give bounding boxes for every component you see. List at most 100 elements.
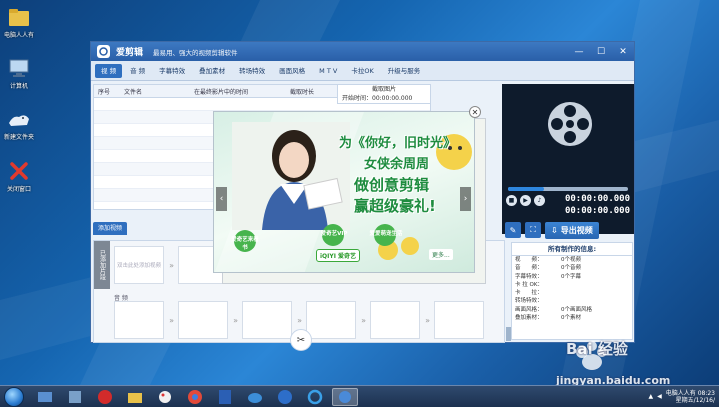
tiger-icon bbox=[7, 108, 31, 130]
export-video-button[interactable]: ⇩ 导出视频 bbox=[545, 221, 599, 239]
clip-slot[interactable]: » bbox=[306, 301, 366, 339]
clock-date: 星期五/12/16/ bbox=[675, 396, 715, 404]
info-row: 转场特效： bbox=[515, 298, 543, 305]
system-tray: ▲ ◀ 电脑人人有 08:23 星期五/12/16/ bbox=[649, 390, 719, 404]
volume-tray-icon[interactable]: ◀ bbox=[657, 393, 662, 400]
clip-slot[interactable]: » bbox=[242, 301, 302, 339]
taskbar-paint-icon[interactable] bbox=[152, 388, 178, 406]
taskbar-sogou-icon[interactable] bbox=[272, 388, 298, 406]
column-index: 序号 bbox=[98, 88, 111, 96]
add-video-tab[interactable]: 添加视频 bbox=[93, 221, 128, 235]
tab-transition[interactable]: 转场特效 bbox=[233, 64, 271, 78]
column-filename: 文件名 bbox=[124, 88, 143, 96]
chevron-right-icon: » bbox=[297, 316, 302, 325]
stop-icon[interactable]: ■ bbox=[506, 195, 517, 206]
title-bar[interactable]: 爱剪辑 最易用、强大的视频剪辑软件 — ☐ ✕ bbox=[91, 42, 634, 61]
watermark-brand: Bai 经验 bbox=[566, 340, 628, 358]
app-logo-icon bbox=[97, 45, 110, 58]
taskbar: ▲ ◀ 电脑人人有 08:23 星期五/12/16/ bbox=[0, 385, 719, 407]
ad-badge-2: 爱奇艺VIP bbox=[320, 231, 348, 237]
ad-badge-1: 爱奇艺来看书 bbox=[231, 237, 259, 251]
chevron-right-icon: » bbox=[169, 261, 174, 270]
video-player: ■ ▶ ♪ 00:00:00.000 00:00:00.000 bbox=[502, 84, 634, 234]
iqiyi-logo: iQIYI 爱奇艺 bbox=[316, 249, 361, 262]
chevron-right-icon: » bbox=[169, 316, 174, 325]
main-tabs: 视 频 音 频 字幕特效 叠加素材 转场特效 画面风格 M T V 卡拉OK 升… bbox=[91, 61, 634, 81]
added-clips-label: 已添加片段 bbox=[94, 241, 110, 289]
desktop-icon-label: 计算机 bbox=[9, 83, 28, 90]
tab-style[interactable]: 画面风格 bbox=[273, 64, 311, 78]
export-toolbar: ✎ ⛶ ⇩ 导出视频 bbox=[502, 220, 634, 240]
clip-slot[interactable]: » bbox=[114, 301, 174, 339]
tab-mtv[interactable]: M T V bbox=[313, 64, 343, 78]
chevron-right-icon: » bbox=[425, 316, 430, 325]
total-time: 00:00:00.000 bbox=[564, 206, 630, 216]
desktop-icon-label: 关闭窗口 bbox=[6, 186, 31, 193]
fullscreen-icon[interactable]: ⛶ bbox=[525, 222, 541, 238]
volume-icon[interactable]: ♪ bbox=[534, 195, 545, 206]
progress-slider[interactable] bbox=[508, 187, 628, 191]
clip-slot[interactable]: 双击此处添加视频 » bbox=[114, 246, 174, 284]
add-clip-hint: 双击此处添加视频 bbox=[116, 263, 161, 269]
minimize-button[interactable]: — bbox=[568, 42, 590, 61]
ad-close-button[interactable]: ✕ bbox=[469, 106, 481, 118]
taskbar-chrome-icon[interactable] bbox=[182, 388, 208, 406]
scissors-icon[interactable]: ✂ bbox=[290, 329, 312, 351]
start-button[interactable] bbox=[4, 386, 24, 407]
start-label: 开始时间： bbox=[342, 95, 373, 102]
info-row: 字幕特效： 0个字幕 bbox=[515, 273, 581, 280]
ad-prev-button[interactable]: ‹ bbox=[216, 187, 227, 211]
tab-karaoke[interactable]: 卡拉OK bbox=[345, 64, 379, 78]
girl-illustration bbox=[232, 122, 350, 230]
network-icon[interactable]: ▲ bbox=[649, 393, 654, 400]
ad-headline-3: 做创意剪辑 bbox=[354, 176, 430, 194]
clock-time: 电脑人人有 08:23 bbox=[665, 389, 715, 397]
player-controls: ■ ▶ ♪ bbox=[506, 195, 545, 206]
taskbar-explorer-icon[interactable] bbox=[32, 388, 58, 406]
ad-more-link[interactable]: 更多... bbox=[429, 249, 453, 260]
desktop-icon-label: 电脑人人有 bbox=[3, 32, 34, 39]
info-row: 画面风格： 0个画面风格 bbox=[515, 306, 592, 313]
tab-video[interactable]: 视 频 bbox=[95, 63, 123, 78]
taskbar-app-red-icon[interactable] bbox=[92, 388, 118, 406]
close-button[interactable]: ✕ bbox=[612, 42, 634, 61]
info-title: 所有制作的信息: bbox=[512, 243, 632, 256]
maximize-button[interactable]: ☐ bbox=[590, 42, 612, 61]
export-label: 导出视频 bbox=[560, 225, 593, 235]
info-row: 卡 拉 OK： bbox=[515, 281, 543, 288]
desktop-icon-computer[interactable]: 计算机 bbox=[2, 57, 36, 90]
library-tabs: 添加视频 bbox=[93, 221, 128, 235]
clip-slot[interactable] bbox=[434, 301, 484, 339]
ad-next-button[interactable]: › bbox=[460, 187, 471, 211]
tab-upgrade[interactable]: 升级与服务 bbox=[382, 64, 427, 78]
desktop-icon-folder[interactable]: 电脑人人有 bbox=[2, 6, 36, 39]
tab-overlay[interactable]: 叠加素材 bbox=[193, 64, 231, 78]
taskbar-folder-icon[interactable] bbox=[122, 388, 148, 406]
window-controls: — ☐ ✕ bbox=[568, 42, 634, 61]
capture-start: 开始时间：00:00:00.000 bbox=[338, 94, 430, 103]
desktop-icon-new-folder[interactable]: 新建文件夹 bbox=[2, 108, 36, 141]
taskbar-word-icon[interactable] bbox=[212, 388, 238, 406]
clip-slot[interactable]: » bbox=[178, 301, 238, 339]
tab-subtitle-effects[interactable]: 字幕特效 bbox=[153, 64, 191, 78]
taskbar-photo-icon[interactable] bbox=[242, 388, 268, 406]
play-icon[interactable]: ▶ bbox=[520, 195, 531, 206]
app-title: 爱剪辑 bbox=[116, 48, 144, 58]
film-reel-icon bbox=[548, 102, 592, 146]
taskbar-aijianji-icon[interactable] bbox=[332, 387, 358, 406]
clock[interactable]: 电脑人人有 08:23 星期五/12/16/ bbox=[666, 390, 715, 404]
capture-panel: 截取图片 开始时间：00:00:00.000 bbox=[337, 84, 431, 104]
clip-slot[interactable]: » bbox=[370, 301, 430, 339]
desktop-icon-close-window[interactable]: 关闭窗口 bbox=[2, 160, 36, 193]
tab-audio[interactable]: 音 频 bbox=[124, 64, 151, 78]
column-time: 在最终影片中的时间 bbox=[194, 88, 249, 96]
promo-popup[interactable]: 为《你好，旧时光》 女侠余周周 做创意剪辑 赢超级豪礼! 爱奇艺来看书 爱奇艺V… bbox=[213, 111, 475, 273]
snapshot-icon[interactable]: ✎ bbox=[505, 222, 521, 238]
taskbar-ie-icon[interactable] bbox=[302, 388, 328, 406]
collapse-handle[interactable] bbox=[506, 327, 511, 341]
computer-icon bbox=[7, 57, 31, 79]
info-row: 视 频： 0个视频 bbox=[515, 257, 581, 263]
red-x-icon bbox=[7, 160, 31, 182]
info-row: 叠加素材： 0个素材 bbox=[515, 315, 581, 322]
taskbar-media-icon[interactable] bbox=[62, 388, 88, 406]
